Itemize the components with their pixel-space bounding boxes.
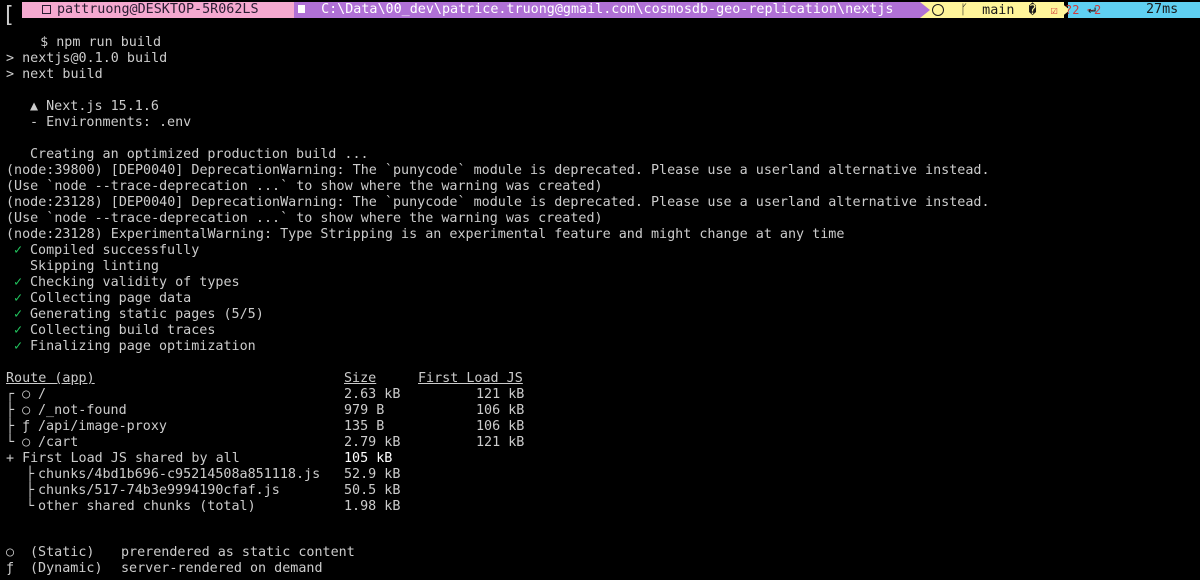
segment-separator (284, 2, 294, 18)
route-path: /cart (38, 435, 79, 450)
step-text: Checking validity of types (30, 275, 240, 290)
step-text: Generating static pages (5/5) (30, 307, 264, 322)
route-first-load: 106 kB (476, 419, 525, 434)
route-header: Route (app) (6, 371, 95, 386)
github-icon (932, 4, 944, 16)
route-size: 2.63 kB (344, 387, 401, 402)
folder-icon (298, 5, 305, 13)
chunk-size: 50.5 kB (344, 483, 401, 498)
route-first-load: 121 kB (476, 387, 525, 402)
check-icon: ✓ (14, 307, 23, 322)
prompt-bracket: [ (2, 3, 16, 28)
check-icon: ✓ (14, 243, 23, 258)
legend-kind: (Static) (30, 545, 95, 560)
script-line: > next build (6, 67, 103, 82)
warning-line: (node:23128) ExperimentalWarning: Type S… (6, 227, 845, 242)
current-path: C:\Data\00_dev\patrice.truong@gmail.com\… (321, 2, 894, 17)
legend-symbol: ○ (6, 545, 15, 560)
shared-label: + First Load JS shared by all (6, 451, 240, 466)
build-step: ✓ Checking validity of types (14, 275, 240, 291)
warning-line: (Use `node --trace-deprecation ...` to s… (6, 179, 603, 194)
prompt-symbol: $ (40, 35, 49, 50)
chunk-tree-prefix: └ (26, 499, 35, 514)
route-path: /_not-found (38, 403, 127, 418)
build-step: ✓ Finalizing page optimization (14, 339, 256, 355)
build-step: ✓ Generating static pages (5/5) (14, 307, 264, 323)
prompt-git: ᚴ main � ☑ ?2 ~2 (932, 2, 1101, 18)
user-host: pattruong@DESKTOP-5R062LS (57, 2, 259, 17)
legend-symbol: ƒ (6, 561, 15, 576)
check-icon: ✓ (14, 291, 23, 306)
next-version: ▲ Next.js 15.1.6 (30, 99, 159, 114)
legend-kind: (Dynamic) (30, 561, 103, 576)
step-text: Collecting build traces (30, 323, 216, 338)
prompt-path: C:\Data\00_dev\patrice.truong@gmail.com\… (298, 2, 893, 18)
legend-desc: server-rendered on demand (121, 561, 323, 576)
branch-name: main (982, 3, 1015, 18)
step-text: Compiled successfully (30, 243, 200, 258)
route-size: 979 B (344, 403, 385, 418)
command-duration: 27ms (1146, 2, 1179, 17)
warning-line: (Use `node --trace-deprecation ...` to s… (6, 211, 603, 226)
build-step: ✓ Collecting build traces (14, 323, 215, 339)
build-step: ✓ Collecting page data (14, 291, 191, 307)
route-tree-prefix: ├ ƒ (6, 419, 31, 434)
command-text: npm run build (56, 35, 162, 50)
window-icon (42, 4, 51, 14)
chunk-tree-prefix: ├ (26, 483, 35, 498)
legend-desc: prerendered as static content (121, 545, 355, 560)
step-text: Collecting page data (30, 291, 192, 306)
route-tree-prefix: └ ○ (6, 435, 31, 450)
warning-line: (node:23128) [DEP0040] DeprecationWarnin… (6, 195, 990, 210)
chunk-name: chunks/4bd1b696-c95214508a851118.js (38, 467, 321, 482)
route-path: / (38, 387, 47, 402)
git-branch-icon: ᚴ (960, 3, 969, 18)
execution-arrow-icon: ↵ (1088, 2, 1097, 17)
chunk-size: 52.9 kB (344, 467, 401, 482)
route-path: /api/image-proxy (38, 419, 167, 434)
segment-separator (920, 2, 930, 18)
check-icon: ✓ (14, 323, 23, 338)
step-text: Finalizing page optimization (30, 339, 256, 354)
environments: - Environments: .env (30, 115, 192, 130)
route-tree-prefix: ┌ ○ (6, 387, 31, 402)
route-first-load: 106 kB (476, 403, 525, 418)
first-load-header: First Load JS (418, 371, 523, 386)
chunk-size: 1.98 kB (344, 499, 401, 514)
step-text: Skipping linting (30, 259, 159, 274)
build-step: ✓ Compiled successfully (14, 243, 199, 259)
script-line: > nextjs@0.1.0 build (6, 51, 168, 66)
prompt-bar: [ pattruong@DESKTOP-5R062LS C:\Data\00_d… (0, 0, 1200, 28)
shared-size: 105 kB (344, 451, 393, 466)
check-icon: ✓ (14, 275, 23, 290)
chunk-name: chunks/517-74b3e9994190cfaf.js (38, 483, 280, 498)
prompt-user: pattruong@DESKTOP-5R062LS (42, 2, 259, 18)
route-size: 2.79 kB (344, 435, 401, 450)
route-size: 135 B (344, 419, 385, 434)
warning-line: (node:39800) [DEP0040] DeprecationWarnin… (6, 163, 990, 178)
chunk-tree-prefix: ├ (26, 467, 35, 482)
check-icon: ✓ (14, 339, 23, 354)
command-line: $ npm run build (24, 19, 161, 50)
branch-status-icon: � (1028, 3, 1037, 18)
creating-build: Creating an optimized production build .… (30, 147, 369, 162)
route-first-load: 121 kB (476, 435, 525, 450)
chunk-name: other shared chunks (total) (38, 499, 256, 514)
size-header: Size (344, 371, 377, 386)
route-tree-prefix: ├ ○ (6, 403, 31, 418)
